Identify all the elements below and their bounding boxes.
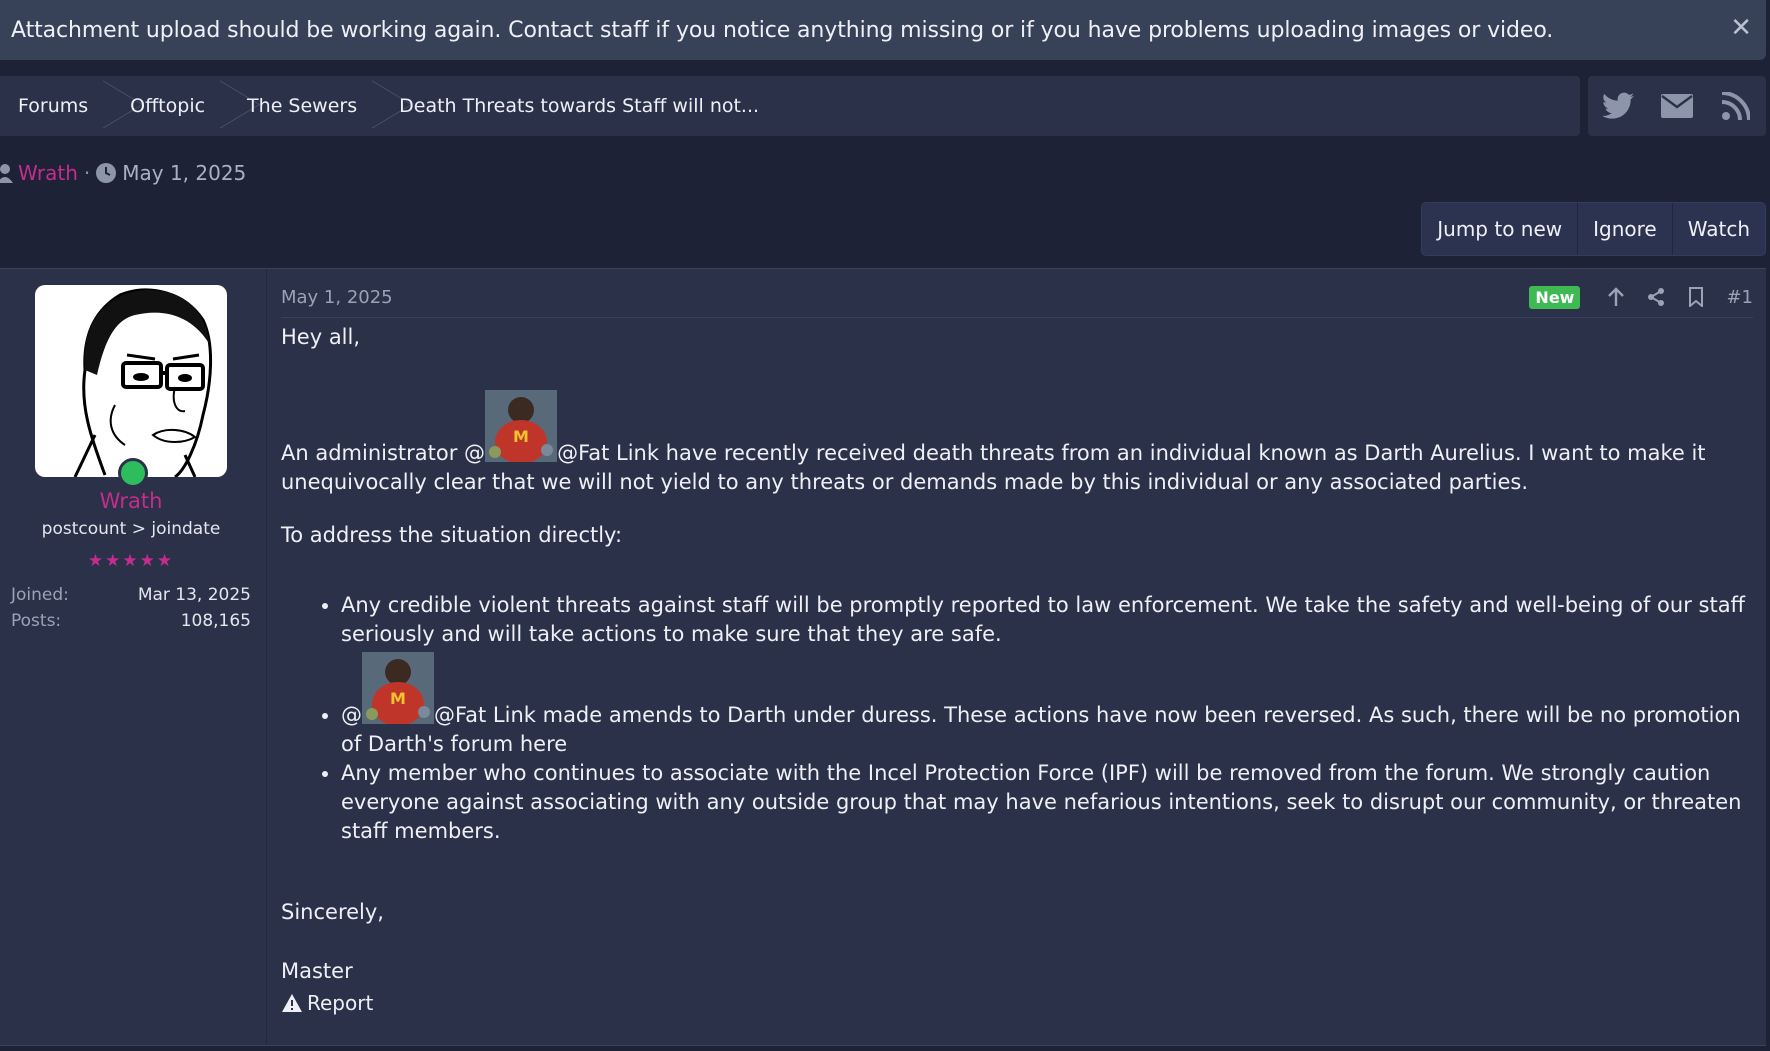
close-icon[interactable]: ✕ (1730, 13, 1752, 43)
social-links (1588, 76, 1766, 136)
mention-avatar-image[interactable]: M (485, 390, 558, 462)
post-username[interactable]: Wrath (0, 489, 262, 513)
posts-stat: Posts: 108,165 (11, 611, 251, 631)
paragraph-1: An administrator @ M @Fat Link have recent… (281, 390, 1753, 497)
mention-avatar-image[interactable]: M (362, 652, 434, 724)
paragraph-2: To address the situation directly: (281, 523, 623, 547)
warning-icon (282, 994, 302, 1012)
post-message: Hey all, An administrator @ M @Fat Link ha… (281, 323, 1753, 986)
post-user-column: Wrath postcount > joindate ★★★★★ Joined:… (0, 269, 267, 1045)
user-title: postcount > joindate (41, 519, 221, 539)
ignore-button[interactable]: Ignore (1577, 203, 1672, 255)
arrow-up-icon[interactable] (1605, 286, 1627, 308)
signature: Master (281, 959, 353, 983)
greeting: Hey all, (281, 325, 361, 349)
thread-author-link[interactable]: Wrath (18, 161, 78, 185)
para1-prefix: An administrator @ (281, 441, 486, 465)
rss-icon[interactable] (1719, 89, 1753, 123)
bullet2-prefix: @ (341, 703, 362, 727)
post-body: May 1, 2025 New #1 Hey all, An administr… (281, 269, 1753, 1045)
joined-label: Joined: (11, 585, 69, 605)
breadcrumb-forums[interactable]: Forums (0, 76, 130, 136)
notice-banner: Attachment upload should be working agai… (0, 0, 1766, 60)
joined-stat: Joined: Mar 13, 2025 (11, 585, 251, 605)
bookmark-icon[interactable] (1685, 286, 1707, 308)
posts-value: 108,165 (180, 611, 251, 631)
joined-value: Mar 13, 2025 (137, 585, 251, 605)
new-badge: New (1529, 285, 1581, 309)
list-item: Any member who continues to associate wi… (341, 759, 1753, 846)
thread-actions: Jump to new Ignore Watch (1421, 202, 1766, 256)
share-icon[interactable] (1645, 286, 1667, 308)
post-number-link[interactable]: #1 (1726, 287, 1753, 308)
online-status-indicator (118, 458, 148, 488)
bullet-list: Any credible violent threats against sta… (281, 591, 1753, 846)
report-label: Report (307, 991, 374, 1015)
breadcrumb: Forums Offtopic The Sewers Death Threats… (0, 76, 1580, 136)
list-item: Any credible violent threats against sta… (341, 591, 1753, 649)
clock-icon (96, 163, 117, 183)
report-button[interactable]: Report (281, 991, 373, 1015)
twitter-icon[interactable] (1601, 89, 1635, 123)
thread-meta: Wrath · May 1, 2025 (0, 158, 246, 188)
post-header: May 1, 2025 New #1 (281, 269, 1753, 318)
watch-button[interactable]: Watch (1671, 203, 1765, 255)
post-tools: New #1 (1529, 283, 1753, 311)
svg-text:M: M (390, 689, 406, 708)
posts-label: Posts: (11, 611, 62, 631)
breadcrumb-offtopic[interactable]: Offtopic (130, 76, 247, 136)
user-rank-stars: ★★★★★ (87, 551, 175, 571)
signoff: Sincerely, (281, 900, 384, 924)
list-item: @ M@Fat Link made amends to Darth under d… (341, 652, 1753, 759)
thread-date: May 1, 2025 (122, 161, 247, 185)
user-icon (0, 164, 13, 183)
breadcrumb-the-sewers[interactable]: The Sewers (247, 76, 399, 136)
breadcrumb-current-thread[interactable]: Death Threats towards Staff will not... (399, 76, 759, 136)
post-date[interactable]: May 1, 2025 (281, 287, 393, 308)
mail-icon[interactable] (1660, 89, 1694, 123)
meta-separator: · (83, 161, 91, 185)
notice-text: Attachment upload should be working agai… (11, 17, 1554, 43)
avatar[interactable] (35, 285, 227, 477)
svg-text:M: M (513, 427, 529, 446)
bullet2-rest: @Fat Link made amends to Darth under dur… (341, 703, 1741, 756)
jump-to-new-button[interactable]: Jump to new (1422, 203, 1577, 255)
post: Wrath postcount > joindate ★★★★★ Joined:… (0, 268, 1766, 1046)
